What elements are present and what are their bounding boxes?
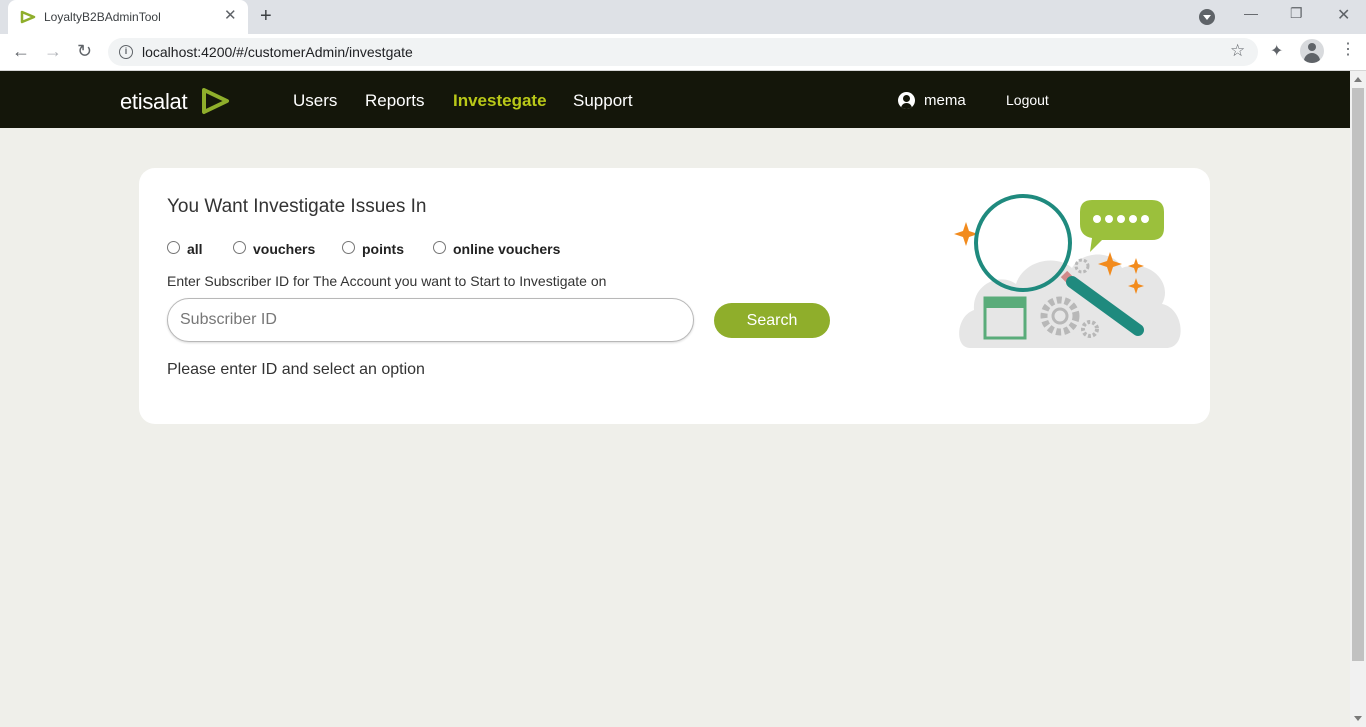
tab-search-icon[interactable]	[1199, 9, 1215, 25]
logo-text: etisalat	[120, 89, 188, 114]
etisalat-logo-icon	[202, 88, 229, 114]
radio-button[interactable]	[233, 241, 246, 254]
radio-label: all	[187, 241, 203, 257]
window-close-icon[interactable]: ✕	[1337, 5, 1350, 25]
logout-link[interactable]: Logout	[1006, 92, 1049, 108]
username[interactable]: mema	[924, 92, 966, 109]
scroll-thumb[interactable]	[1352, 88, 1364, 661]
tab-close-icon[interactable]: ✕	[224, 8, 237, 24]
back-icon[interactable]: ←	[12, 41, 30, 61]
radio-button[interactable]	[342, 241, 355, 254]
radio-label: vouchers	[253, 241, 316, 257]
browser-tabbar: LoyaltyB2BAdminTool ✕ + — ❐ ✕	[0, 0, 1366, 34]
card-title: You Want Investigate Issues In	[167, 196, 427, 217]
nav-support[interactable]: Support	[573, 91, 633, 111]
radio-button[interactable]	[433, 241, 446, 254]
tab-title: LoyaltyB2BAdminTool	[44, 10, 161, 24]
radio-label: points	[362, 241, 404, 257]
page-scrollbar[interactable]	[1350, 71, 1366, 727]
browser-tab[interactable]: LoyaltyB2BAdminTool ✕	[8, 0, 248, 34]
investigate-card: You Want Investigate Issues In all vouch…	[139, 168, 1210, 424]
profile-avatar-icon[interactable]	[1300, 39, 1324, 63]
user-icon	[898, 92, 915, 109]
browser-menu-icon[interactable]: ⋮	[1340, 42, 1356, 58]
site-info-icon[interactable]: i	[119, 45, 133, 59]
extensions-icon[interactable]: ✦	[1270, 41, 1283, 61]
nav-investegate[interactable]: Investegate	[453, 91, 547, 111]
nav-reports[interactable]: Reports	[365, 91, 425, 111]
subscriber-id-input[interactable]	[167, 298, 694, 342]
nav-users[interactable]: Users	[293, 91, 337, 111]
scroll-up-icon[interactable]	[1354, 77, 1362, 82]
magnifier-search-illustration	[954, 194, 1181, 348]
radio-button[interactable]	[167, 241, 180, 254]
minimize-icon[interactable]: —	[1244, 5, 1258, 21]
search-button[interactable]: Search	[714, 303, 830, 338]
forward-icon[interactable]: →	[44, 41, 62, 61]
new-tab-icon[interactable]: +	[260, 6, 272, 26]
address-bar[interactable]: i localhost:4200/#/customerAdmin/investg…	[108, 38, 1258, 66]
restore-icon[interactable]: ❐	[1290, 5, 1303, 22]
browser-toolbar: ← → ↻ i localhost:4200/#/customerAdmin/i…	[0, 34, 1366, 71]
etisalat-favicon-icon	[20, 10, 36, 24]
bookmark-star-icon[interactable]: ☆	[1230, 41, 1245, 61]
scroll-down-icon[interactable]	[1354, 716, 1362, 721]
url-text[interactable]: localhost:4200/#/customerAdmin/investgat…	[142, 44, 413, 60]
status-message: Please enter ID and select an option	[167, 361, 425, 378]
radio-label: online vouchers	[453, 241, 561, 257]
subscriber-id-prompt: Enter Subscriber ID for The Account you …	[167, 273, 607, 289]
reload-icon[interactable]: ↻	[77, 41, 92, 61]
app-header: etisalat Users Reports Investegate Suppo…	[0, 71, 1350, 128]
